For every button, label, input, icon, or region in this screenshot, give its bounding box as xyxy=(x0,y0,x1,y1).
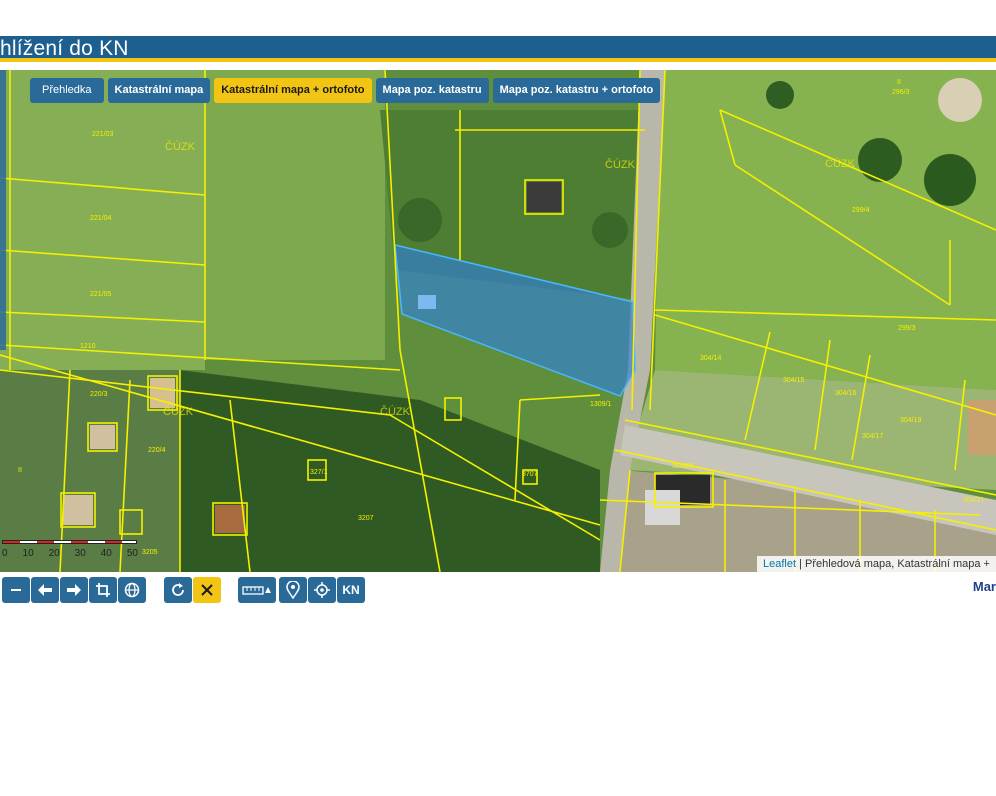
kn-button[interactable]: KN xyxy=(337,577,365,603)
locate-button[interactable] xyxy=(308,577,336,603)
scale-label: 20 xyxy=(48,548,60,559)
tree-cluster xyxy=(398,198,442,242)
field-middle xyxy=(205,70,385,360)
scale-label: 50 xyxy=(126,548,138,559)
close-icon xyxy=(201,584,213,596)
top-blank-area xyxy=(0,0,996,36)
attribution-separator: | xyxy=(796,558,806,570)
tab-katastralni-mapa[interactable]: Katastrální mapa xyxy=(107,78,211,103)
kn-label: KN xyxy=(342,583,360,597)
scale-label: 10 xyxy=(22,548,34,559)
crop-icon xyxy=(96,583,110,597)
left-panel-edge[interactable] xyxy=(0,70,6,350)
map-attribution: Leaflet | Přehledová mapa, Katastrální m… xyxy=(757,556,996,572)
tree-cluster xyxy=(858,138,902,182)
arrow-left-icon xyxy=(38,584,52,596)
watermark-text: ČÚZK xyxy=(163,405,194,418)
parcel-label: 304/17 xyxy=(862,433,884,440)
parcel-label: II xyxy=(897,79,901,86)
building xyxy=(527,182,561,212)
parcel-label: 304/15 xyxy=(783,377,805,384)
tab-mapa-poz-katastru-ortofoto[interactable]: Mapa poz. katastru + ortofoto xyxy=(492,78,661,103)
parcel-label: 220/3 xyxy=(90,391,108,398)
building xyxy=(215,505,245,533)
parcel-label: 304/19 xyxy=(900,417,922,424)
back-button[interactable] xyxy=(31,577,59,603)
watermark-text: ČÚZK xyxy=(165,140,196,153)
parcel-label: 304/14 xyxy=(700,355,722,362)
parcel-label: 327/1 xyxy=(310,469,328,476)
parcel-label: 299/3 xyxy=(898,325,916,332)
arrow-right-icon xyxy=(67,584,81,596)
ruler-icon xyxy=(242,586,271,595)
brand-logo: Mar xyxy=(972,579,996,594)
map-viewport[interactable]: ČÚZK ČÚZK ČÚZK ČÚZK ČÚZK 221/03 221/04 2… xyxy=(0,70,996,572)
tab-mapa-poz-katastru[interactable]: Mapa poz. katastru xyxy=(375,78,489,103)
parcel-label: 220/4 xyxy=(148,447,166,454)
scale-label: 0 xyxy=(2,548,8,559)
page-title: hlížení do KN xyxy=(0,37,129,60)
tree-cluster xyxy=(924,154,976,206)
leaflet-link[interactable]: Leaflet xyxy=(763,558,796,570)
zoom-out-icon xyxy=(11,589,21,591)
globe-icon xyxy=(124,582,140,598)
watermark-text: ČÚZK xyxy=(605,158,636,171)
tree-cluster xyxy=(766,81,794,109)
attribution-text: Přehledová mapa, Katastrální mapa + xyxy=(805,558,990,570)
globe-button[interactable] xyxy=(118,577,146,603)
parcel-label: 3205 xyxy=(142,549,158,556)
crosshair-icon xyxy=(314,582,330,598)
parcel-structure xyxy=(418,295,436,309)
parcel-label: II xyxy=(18,467,22,474)
watermark-text: ČÚZK xyxy=(825,157,856,170)
tab-prehledka[interactable]: Přehledka xyxy=(30,78,104,103)
scale-label: 40 xyxy=(100,548,112,559)
marker-button[interactable] xyxy=(279,577,307,603)
map-toolbar: KN Mar xyxy=(0,576,996,606)
parcel-label: 221/04 xyxy=(90,215,112,222)
parcel-label: 304/16 xyxy=(835,390,857,397)
building xyxy=(90,425,115,449)
parcel-label: 304/20 xyxy=(672,463,694,470)
field-east xyxy=(655,70,996,390)
parcel-label: 221/05 xyxy=(90,291,112,298)
bare-ground xyxy=(938,78,982,122)
scale-labels: 0 10 20 30 40 50 xyxy=(0,548,140,559)
parcel-label: 299/4 xyxy=(852,207,870,214)
crop-button[interactable] xyxy=(89,577,117,603)
watermark-text: ČÚZK xyxy=(380,405,411,418)
title-bar: hlížení do KN xyxy=(0,36,996,62)
pin-icon xyxy=(286,581,300,599)
zoom-out-button[interactable] xyxy=(2,577,30,603)
parcel-label: 3207 xyxy=(358,515,374,522)
scale-label: 30 xyxy=(74,548,86,559)
ortho-map: ČÚZK ČÚZK ČÚZK ČÚZK ČÚZK 221/03 221/04 2… xyxy=(0,70,996,572)
tree-cluster xyxy=(592,212,628,248)
refresh-icon xyxy=(172,583,184,596)
clear-selection-button[interactable] xyxy=(193,577,221,603)
parcel-label: 1210 xyxy=(80,343,96,350)
layer-switcher: Přehledka Katastrální mapa Katastrální m… xyxy=(30,78,661,103)
scale-bar-graphic xyxy=(2,540,137,544)
scale-bar: 0 10 20 30 40 50 xyxy=(0,536,140,564)
refresh-button[interactable] xyxy=(164,577,192,603)
parcel-label: 304/21 xyxy=(963,497,985,504)
measure-button[interactable] xyxy=(238,577,276,603)
parcel-label: 3707 xyxy=(522,471,538,478)
forward-button[interactable] xyxy=(60,577,88,603)
parcel-label: 1309/1 xyxy=(590,401,612,408)
tab-katastralni-mapa-ortofoto[interactable]: Katastrální mapa + ortofoto xyxy=(214,78,372,103)
parcel-label: 221/03 xyxy=(92,131,114,138)
building xyxy=(63,495,93,525)
parcel-label: 296/3 xyxy=(892,89,910,96)
